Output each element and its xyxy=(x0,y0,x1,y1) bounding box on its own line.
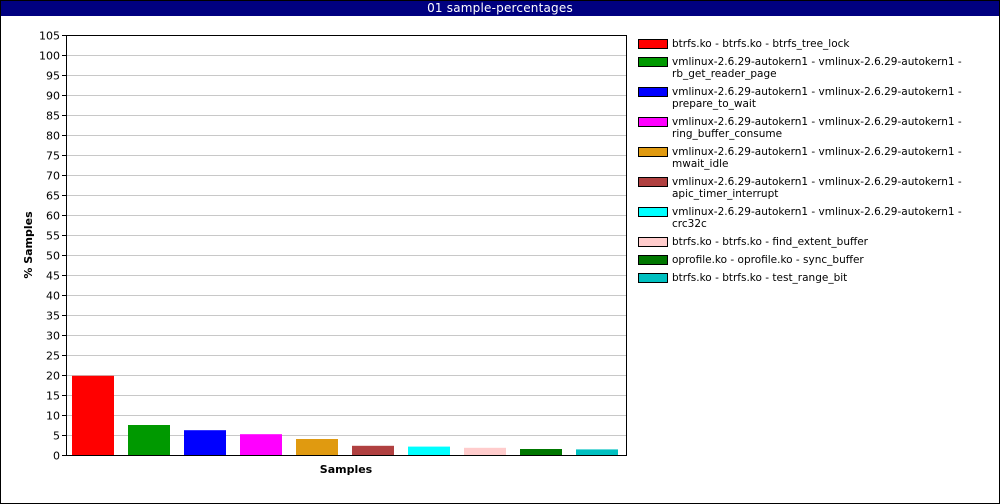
legend-item: btrfs.ko - btrfs.ko - test_range_bit xyxy=(638,272,993,284)
bar-4 xyxy=(240,434,282,455)
legend-label: btrfs.ko - btrfs.ko - find_extent_buffer xyxy=(672,236,868,248)
bar-2 xyxy=(128,425,170,455)
legend-item: vmlinux-2.6.29-autokern1 - vmlinux-2.6.2… xyxy=(638,56,993,80)
y-tick-label: 25 xyxy=(46,350,60,363)
legend-swatch xyxy=(638,39,668,49)
legend-item: vmlinux-2.6.29-autokern1 - vmlinux-2.6.2… xyxy=(638,116,993,140)
legend-swatch xyxy=(638,57,668,67)
bar-8 xyxy=(464,447,506,455)
legend-label: btrfs.ko - btrfs.ko - btrfs_tree_lock xyxy=(672,38,850,50)
y-tick-label: 85 xyxy=(46,110,60,123)
bar-5 xyxy=(296,439,338,455)
legend-label: btrfs.ko - btrfs.ko - test_range_bit xyxy=(672,272,848,284)
y-tick-label: 0 xyxy=(53,450,60,463)
plot-area xyxy=(66,35,627,456)
legend-swatch xyxy=(638,177,668,187)
y-tick-label: 100 xyxy=(39,50,60,63)
y-tick-label: 15 xyxy=(46,390,60,403)
legend-item: vmlinux-2.6.29-autokern1 - vmlinux-2.6.2… xyxy=(638,206,993,230)
bar-9 xyxy=(520,449,562,455)
legend-item: vmlinux-2.6.29-autokern1 - vmlinux-2.6.2… xyxy=(638,146,993,170)
legend-label: oprofile.ko - oprofile.ko - sync_buffer xyxy=(672,254,864,266)
y-tick-label: 55 xyxy=(46,230,60,243)
legend-label: vmlinux-2.6.29-autokern1 - vmlinux-2.6.2… xyxy=(672,206,962,230)
legend-item: vmlinux-2.6.29-autokern1 - vmlinux-2.6.2… xyxy=(638,176,993,200)
y-tick-label: 70 xyxy=(46,170,60,183)
y-tick-label: 75 xyxy=(46,150,60,163)
bar-6 xyxy=(352,445,394,455)
bar-7 xyxy=(408,446,450,455)
legend-swatch xyxy=(638,237,668,247)
legend-swatch xyxy=(638,147,668,157)
y-tick-label: 50 xyxy=(46,250,60,263)
legend-label: vmlinux-2.6.29-autokern1 - vmlinux-2.6.2… xyxy=(672,116,962,140)
y-axis-label: % Samples xyxy=(22,211,35,279)
y-tick-label: 35 xyxy=(46,310,60,323)
legend-item: vmlinux-2.6.29-autokern1 - vmlinux-2.6.2… xyxy=(638,86,993,110)
legend-swatch xyxy=(638,273,668,283)
y-tick-label: 10 xyxy=(46,410,60,423)
y-tick-label: 95 xyxy=(46,70,60,83)
legend-label: vmlinux-2.6.29-autokern1 - vmlinux-2.6.2… xyxy=(672,176,962,200)
legend-label: vmlinux-2.6.29-autokern1 - vmlinux-2.6.2… xyxy=(672,86,962,110)
legend-label: vmlinux-2.6.29-autokern1 - vmlinux-2.6.2… xyxy=(672,56,962,80)
y-tick-label: 90 xyxy=(46,90,60,103)
legend-item: btrfs.ko - btrfs.ko - find_extent_buffer xyxy=(638,236,993,248)
y-tick-label: 30 xyxy=(46,330,60,343)
y-tick-label: 65 xyxy=(46,190,60,203)
legend-item: btrfs.ko - btrfs.ko - btrfs_tree_lock xyxy=(638,38,993,50)
bar-3 xyxy=(184,430,226,455)
y-tick-label: 5 xyxy=(53,430,60,443)
y-tick-label: 40 xyxy=(46,290,60,303)
bar-10 xyxy=(576,449,618,455)
y-tick-label: 80 xyxy=(46,130,60,143)
legend-swatch xyxy=(638,117,668,127)
legend: btrfs.ko - btrfs.ko - btrfs_tree_lockvml… xyxy=(638,38,993,290)
legend-swatch xyxy=(638,87,668,97)
y-tick-label: 20 xyxy=(46,370,60,383)
bar-1 xyxy=(72,375,114,455)
legend-swatch xyxy=(638,255,668,265)
y-tick-label: 105 xyxy=(39,30,60,43)
x-axis-label: Samples xyxy=(320,463,373,476)
legend-swatch xyxy=(638,207,668,217)
y-tick-label: 45 xyxy=(46,270,60,283)
y-tick-label: 60 xyxy=(46,210,60,223)
legend-item: oprofile.ko - oprofile.ko - sync_buffer xyxy=(638,254,993,266)
legend-label: vmlinux-2.6.29-autokern1 - vmlinux-2.6.2… xyxy=(672,146,962,170)
